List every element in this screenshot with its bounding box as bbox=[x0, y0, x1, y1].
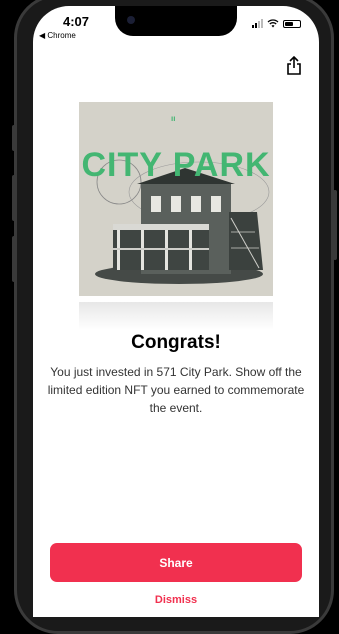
nft-mark: ıı bbox=[171, 114, 176, 123]
share-button[interactable]: Share bbox=[50, 543, 302, 582]
status-time: 4:07 bbox=[63, 14, 90, 29]
side-button bbox=[12, 236, 16, 282]
dismiss-button[interactable]: Dismiss bbox=[33, 594, 319, 606]
camera-dot bbox=[127, 16, 135, 24]
status-icons bbox=[252, 19, 301, 28]
nft-reflection bbox=[79, 302, 273, 330]
battery-icon bbox=[283, 19, 301, 28]
notch bbox=[115, 6, 237, 36]
app-screen: 4:07 ◀ Chrome ıı CITY PARK Congrats! You… bbox=[33, 6, 319, 617]
congrats-heading: Congrats! bbox=[131, 332, 221, 353]
side-button bbox=[12, 175, 16, 221]
side-button bbox=[333, 190, 337, 260]
wifi-icon bbox=[267, 19, 279, 28]
side-button bbox=[12, 125, 16, 151]
signal-icon bbox=[252, 19, 263, 28]
share-icon[interactable] bbox=[285, 56, 303, 76]
congrats-message: You just invested in 571 City Park. Show… bbox=[47, 365, 305, 415]
back-to-chrome-link[interactable]: ◀ Chrome bbox=[39, 31, 76, 40]
nft-title: CITY PARK bbox=[81, 146, 271, 184]
nft-image: ıı CITY PARK bbox=[79, 102, 273, 296]
